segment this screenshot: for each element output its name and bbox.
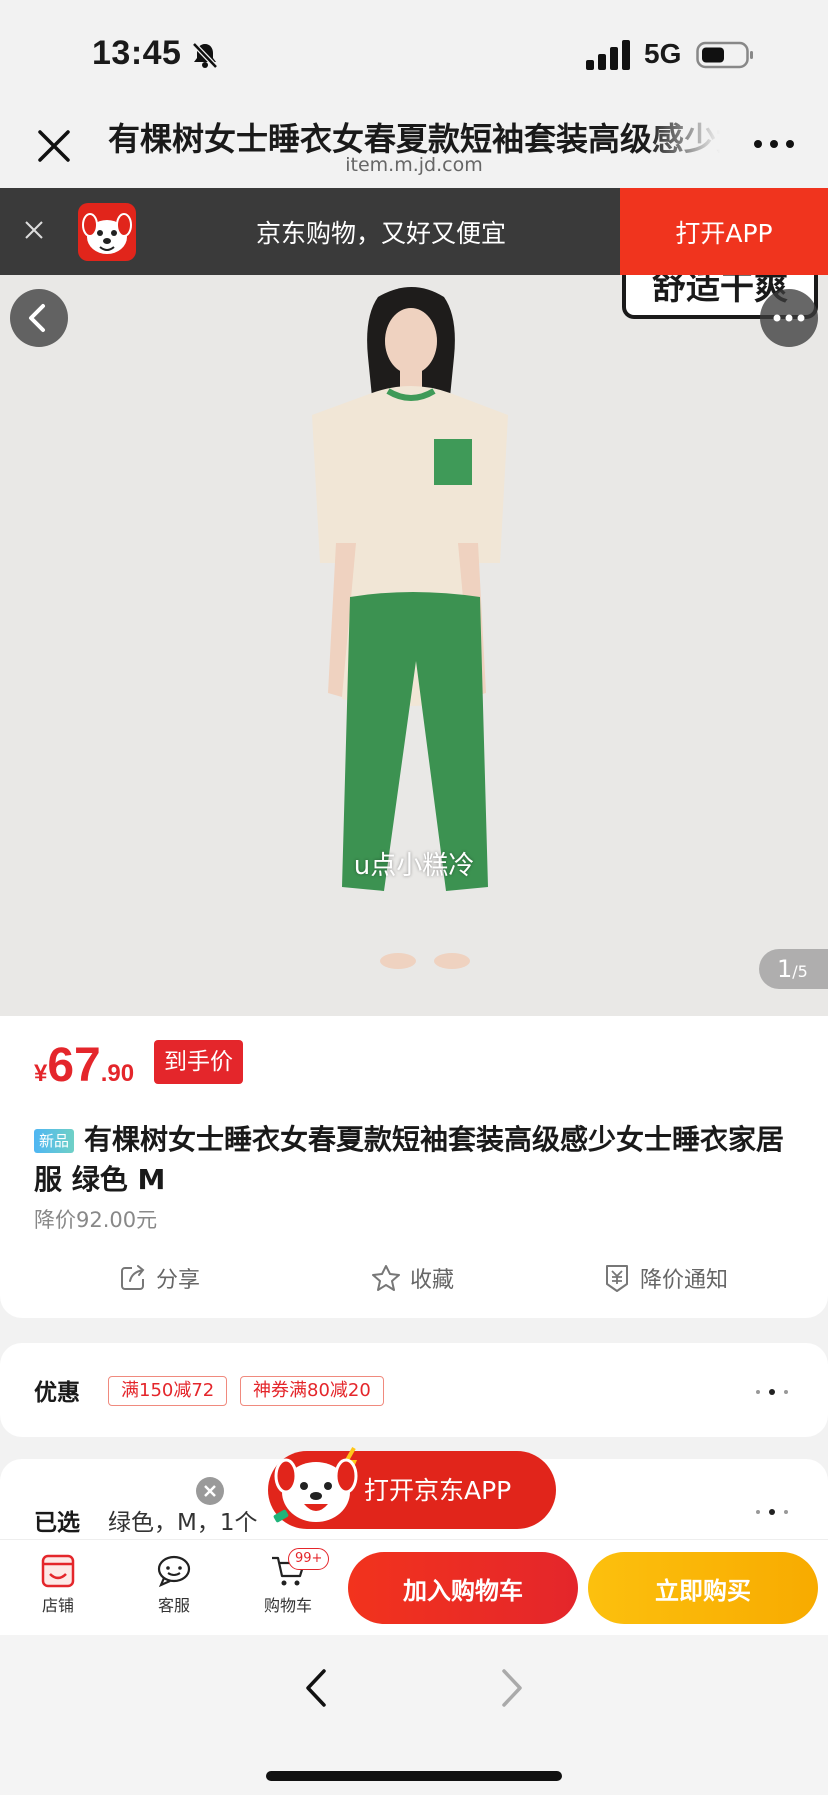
product-title: 新品 有棵树女士睡衣女春夏款短袖套装高级感少女士睡衣家居服 绿色 M [34,1120,794,1200]
more-icon[interactable] [752,1387,792,1397]
page-domain: item.m.jd.com [345,154,483,176]
gallery-more-button[interactable] [760,289,818,347]
product-title-text: 有棵树女士睡衣女春夏款短袖套装高级感少女士睡衣家居服 绿色 M [34,1123,785,1196]
add-to-cart-button[interactable]: 加入购物车 [348,1552,578,1624]
more-icon [773,314,805,322]
network-type: 5G [644,38,682,69]
share-icon [121,1265,145,1290]
price-alert-icon [606,1265,628,1292]
cart-label: 购物车 [263,1596,312,1615]
coupon-card[interactable]: 优惠 满150减72 神券满80减20 [0,1343,828,1437]
customer-service-icon [157,1555,191,1588]
service-tab[interactable]: 客服 [134,1548,214,1628]
more-options-icon[interactable] [752,136,796,152]
coupon-label: 优惠 [34,1380,80,1406]
buy-now-button[interactable]: 立即购买 [588,1552,818,1624]
store-tab[interactable]: 店铺 [18,1548,98,1628]
star-icon [372,1265,400,1291]
share-button[interactable]: 分享 [118,1256,200,1300]
coupon-tag[interactable]: 神券满80减20 [240,1376,384,1406]
product-price: ¥67.90 [34,1038,134,1093]
floating-close-button[interactable] [196,1477,224,1505]
bell-muted-icon [192,42,218,69]
price-currency: ¥ [34,1060,48,1087]
service-label: 客服 [157,1596,190,1615]
browser-top-bar: 有棵树女士睡衣女春夏款短袖套装高级感少女士睡衣家居服 绿色 M item.m.j… [0,96,828,188]
new-badge: 新品 [34,1129,75,1153]
browser-back-icon[interactable] [300,1665,330,1711]
gallery-page-indicator: 1/5 [759,949,828,989]
product-actions: 分享 收藏 降价通知 [0,1256,828,1300]
selected-value: 绿色，M，1个 [108,1510,258,1536]
product-image-gallery[interactable]: 舒适干爽 u点小糕冷 1/5 [0,275,828,1016]
home-indicator[interactable] [266,1771,562,1781]
share-label: 分享 [156,1268,201,1293]
store-icon [41,1554,75,1588]
price-decimal: .90 [100,1060,135,1087]
open-app-button[interactable]: 打开APP [620,188,828,275]
price-alert-label: 降价通知 [640,1268,729,1293]
status-bar: 13:45 5G [0,0,828,96]
final-price-tag: 到手价 [154,1040,243,1084]
cart-tab[interactable]: 购物车 99+ [248,1548,330,1628]
gallery-current-page: 1 [777,955,793,983]
image-watermark: u点小糕冷 [353,851,475,881]
favorite-button[interactable]: 收藏 [370,1256,454,1300]
store-label: 店铺 [41,1596,74,1615]
cellular-signal-icon [586,40,630,70]
more-icon[interactable] [752,1507,792,1517]
cart-count-badge: 99+ [288,1548,330,1570]
banner-close-icon[interactable] [20,216,48,244]
gallery-back-button[interactable] [10,289,68,347]
browser-navigation [0,1635,828,1795]
coupon-tag[interactable]: 满150减72 [108,1376,228,1406]
price-alert-button[interactable]: 降价通知 [602,1256,728,1300]
jd-mascot-icon [273,1447,358,1523]
selected-label: 已选 [34,1510,80,1536]
bottom-action-bar: 店铺 客服 购物车 99+ 加入购物车 立即购买 [0,1539,828,1635]
price-integer: 67 [47,1039,101,1092]
battery-icon [696,41,753,69]
product-info-card: ¥67.90 到手价 新品 有棵树女士睡衣女春夏款短袖套装高级感少女士睡衣家居服 … [0,1016,828,1318]
gallery-total-pages: /5 [792,962,808,981]
browser-forward-icon[interactable] [498,1665,528,1711]
status-time: 13:45 [92,34,182,72]
close-icon [204,1485,216,1497]
banner-slogan: 京东购物，又好又便宜 [256,219,507,248]
jd-logo-icon [78,203,136,261]
price-drop-text: 降价92.00元 [34,1208,158,1232]
app-download-banner: 京东购物，又好又便宜 打开APP [0,188,828,275]
product-photo [0,275,828,1016]
chevron-left-icon [29,304,45,332]
floating-open-app-label: 打开京东APP [364,1476,512,1505]
favorite-label: 收藏 [410,1268,455,1293]
